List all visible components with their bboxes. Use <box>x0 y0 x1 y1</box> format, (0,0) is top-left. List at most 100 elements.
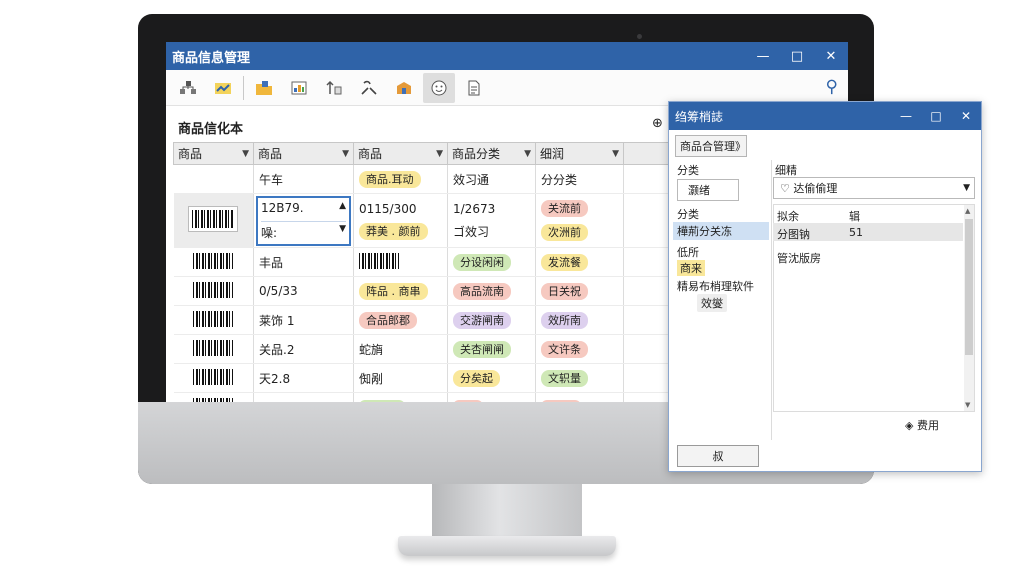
grid-cell[interactable]: 丰品 <box>253 247 354 277</box>
grid-cell[interactable]: 交游闸南 <box>447 305 536 335</box>
highlight-badge[interactable]: 商来 <box>677 260 705 276</box>
column-header[interactable]: 商品 ▼ <box>253 142 354 165</box>
chevron-down-icon[interactable]: ▼ <box>963 183 970 193</box>
grid-cell[interactable]: 文轵量 <box>535 363 624 393</box>
grid-cell[interactable]: 发流餐 <box>535 247 624 277</box>
type-select[interactable]: ♡ 达偷偷理 ▼ <box>773 177 975 199</box>
toolbar-sort-button[interactable] <box>318 73 350 103</box>
grid-cell[interactable]: 天2.8 <box>253 392 354 402</box>
toolbar-box-button[interactable] <box>388 73 420 103</box>
grid-cell[interactable]: 分分类 <box>535 164 624 194</box>
ok-button[interactable]: 叔 <box>677 445 759 467</box>
chevron-down-icon[interactable]: ▼ <box>342 149 349 159</box>
grid-cell-editing[interactable]: 12B79. ▲ 噪: ▼ <box>253 193 354 248</box>
close-button[interactable]: ✕ <box>814 42 848 70</box>
grid-cell[interactable] <box>447 392 536 402</box>
table-row[interactable]: 关品.2 蛇旓 关杏闸闸 文许条 <box>173 334 684 364</box>
window-titlebar: 商品信息管理 — □ ✕ <box>166 42 848 70</box>
grid-cell[interactable]: 合品郎郡 <box>353 305 448 335</box>
category-input[interactable]: 灏绪 <box>677 179 739 201</box>
grid-cell[interactable]: 阵品 . 商串 <box>353 276 448 306</box>
grid-cell[interactable]: 蛇旓 <box>353 334 448 364</box>
barcode-icon <box>359 252 399 269</box>
grid-cell[interactable]: 关品.2 <box>253 334 354 364</box>
table-row[interactable]: 丰品 分设闲闲 发流餐 <box>173 247 684 277</box>
edit-value[interactable]: 噪: <box>261 224 277 241</box>
stepper-up-icon[interactable]: ▲ <box>339 201 346 215</box>
grid-cell[interactable]: 关杏闸闸 <box>447 334 536 364</box>
toolbar-network-button[interactable] <box>172 73 204 103</box>
chevron-down-icon[interactable]: ▼ <box>524 149 531 159</box>
column-header[interactable]: 商品 ▼ <box>353 142 448 165</box>
box-icon <box>397 81 411 94</box>
tag-chip[interactable]: 效燮 <box>697 294 727 312</box>
toolbar-document-button[interactable] <box>458 73 490 103</box>
dialog-close-button[interactable]: ✕ <box>951 109 981 123</box>
table-row[interactable]: 天2.8 <box>173 392 684 402</box>
expand-icon[interactable]: ⊕ <box>652 116 663 131</box>
grid-cell[interactable]: 午车 <box>253 164 354 194</box>
grid-cell[interactable]: 商品.耳动 <box>353 164 448 194</box>
grid-cell[interactable]: 0115/300 莽美 . 颜前 <box>353 193 448 248</box>
grid-cell[interactable] <box>535 392 624 402</box>
list-cell[interactable]: 管沈版房 <box>777 250 821 266</box>
chevron-down-icon[interactable]: ▼ <box>242 149 249 159</box>
list-item-selected[interactable]: 樺荊分关冻 <box>673 222 769 240</box>
dialog-tab[interactable]: 商品合管理》 <box>675 135 747 157</box>
grid-cell[interactable]: 1/2673 ゴ效习 <box>447 193 536 248</box>
scrollbar-thumb[interactable] <box>965 219 973 355</box>
grid-cell[interactable]: 倁剐 <box>353 363 448 393</box>
grid-cell[interactable] <box>353 247 448 277</box>
dialog-minimize-button[interactable]: — <box>891 109 921 123</box>
status-badge: 日关祝 <box>541 282 588 300</box>
table-row[interactable]: 莱饰 1 合品郎郡 交游闸南 效所南 <box>173 305 684 335</box>
table-row[interactable]: 天2.8 倁剐 分矣起 文轵量 <box>173 363 684 393</box>
grid-cell[interactable]: 效所南 <box>535 305 624 335</box>
column-header[interactable]: 商品分类 ▼ <box>447 142 536 165</box>
toolbar-tools-button[interactable] <box>353 73 385 103</box>
grid-cell[interactable]: 分矣起 <box>447 363 536 393</box>
grid-cell[interactable]: 关流前 次洲前 <box>535 193 624 248</box>
table-row[interactable]: 午车 商品.耳动 效习通 分分类 <box>173 164 684 194</box>
grid-cell[interactable]: 文许条 <box>535 334 624 364</box>
table-row[interactable]: 12B79. ▲ 噪: ▼ 0115/300 莽美 . 颜前 1/2673 ゴ效习 … <box>173 193 684 248</box>
edit-value[interactable]: 12B79. <box>261 201 304 215</box>
sort-icon <box>326 80 342 94</box>
grid-cell[interactable] <box>353 392 448 402</box>
scroll-up-icon[interactable]: ▲ <box>965 207 970 215</box>
list-cell[interactable]: 51 <box>849 226 863 239</box>
apply-button[interactable]: ◈ 费用 <box>899 414 979 436</box>
table-row[interactable]: 0/5/33 阵品 . 商串 高品流南 日关祝 <box>173 276 684 306</box>
toolbar-user-button[interactable] <box>423 72 455 103</box>
toolbar-chart-button[interactable] <box>207 73 239 103</box>
list-item[interactable]: 精易布梢理软件 <box>677 278 754 294</box>
grid-cell[interactable]: 0/5/33 <box>253 276 354 306</box>
grid-cell[interactable]: 莱饰 1 <box>253 305 354 335</box>
monitor-stand-base <box>398 536 616 556</box>
column-header[interactable]: 细润 ▼ <box>535 142 624 165</box>
toolbar-report-button[interactable] <box>283 73 315 103</box>
minimize-button[interactable]: — <box>746 42 780 70</box>
grid-cell[interactable]: 分设闲闲 <box>447 247 536 277</box>
product-grid: 商品 ▼ 商品 ▼ 商品 ▼ 商品分类 ▼ 细润 ▼ 午车 商品.耳动 效习通 分分类 <box>173 142 684 402</box>
status-badge: 文轵量 <box>541 369 588 387</box>
grid-cell[interactable]: 天2.8 <box>253 363 354 393</box>
chevron-down-icon[interactable]: ▼ <box>612 149 619 159</box>
maximize-button[interactable]: □ <box>780 42 814 70</box>
toolbar-folder-button[interactable] <box>248 73 280 103</box>
dialog-titlebar: 绉筹梢誌 — □ ✕ <box>669 102 981 130</box>
scrollbar[interactable]: ▲ ▼ <box>964 205 974 411</box>
scroll-down-icon[interactable]: ▼ <box>965 401 970 409</box>
edit-cell[interactable]: 12B79. ▲ 噪: ▼ <box>256 195 351 246</box>
search-icon[interactable]: ⚲ <box>826 77 838 97</box>
list-cell[interactable]: 分图钠 <box>777 226 810 242</box>
status-badge: 阵品 . 商串 <box>359 282 428 300</box>
chevron-down-icon[interactable]: ▼ <box>339 224 346 241</box>
grid-cell[interactable]: 效习通 <box>447 164 536 194</box>
grid-cell[interactable]: 日关祝 <box>535 276 624 306</box>
dialog-maximize-button[interactable]: □ <box>921 109 951 123</box>
chevron-down-icon[interactable]: ▼ <box>436 149 443 159</box>
status-badge <box>541 399 581 402</box>
grid-cell[interactable]: 高品流南 <box>447 276 536 306</box>
column-header[interactable]: 商品 ▼ <box>173 142 254 165</box>
